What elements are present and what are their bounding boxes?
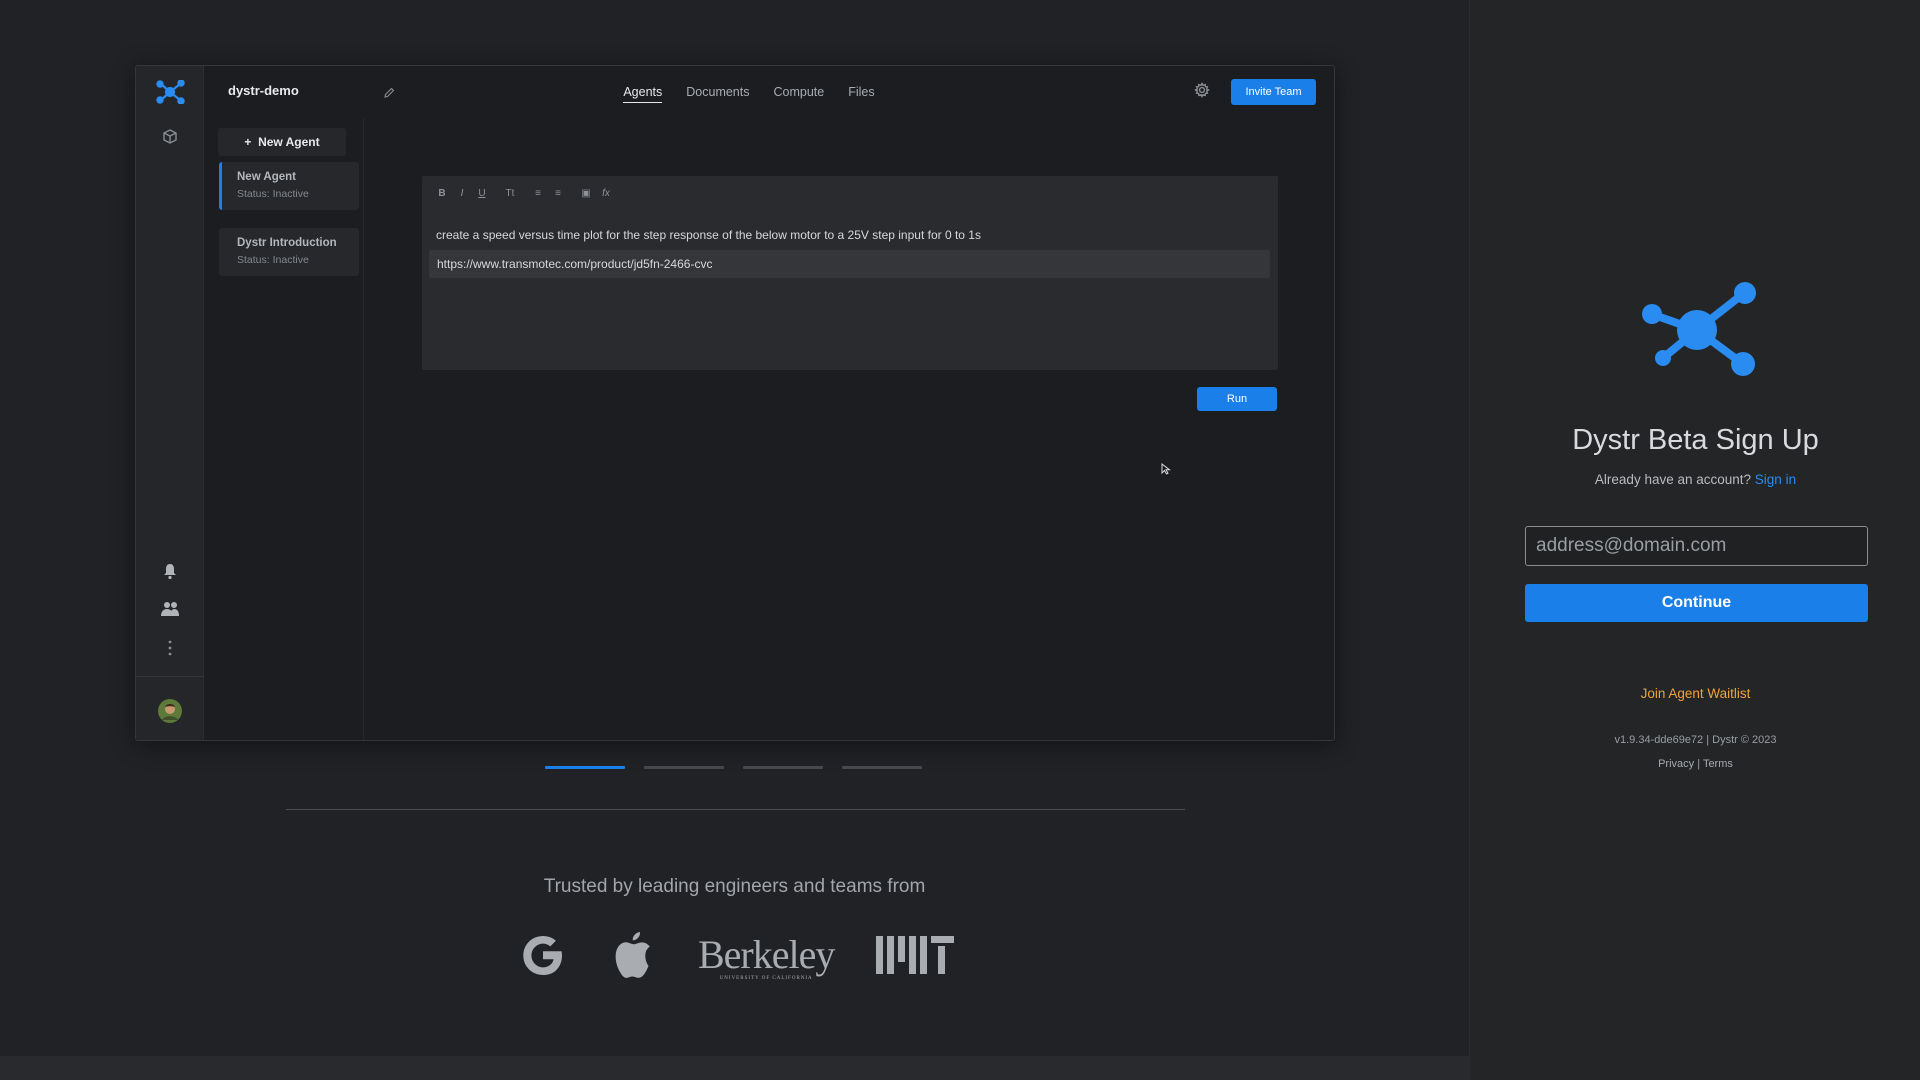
berkeley-logo-text: Berkeley <box>698 931 835 977</box>
cube-icon[interactable] <box>136 128 204 146</box>
apple-logo-icon <box>610 928 656 987</box>
carousel-indicator-3[interactable] <box>743 766 823 769</box>
signup-title: Dystr Beta Sign Up <box>1572 424 1819 456</box>
gear-icon[interactable] <box>1194 82 1210 103</box>
tab-files[interactable]: Files <box>848 85 874 103</box>
agent-item-new-agent[interactable]: New Agent Status: Inactive <box>219 162 359 210</box>
main-nav: Agents Documents Compute Files <box>204 83 1334 103</box>
demo-app-window: dystr-demo Agents Documents Compute File… <box>135 65 1335 741</box>
icon-rail <box>136 66 204 740</box>
underline-button[interactable]: U <box>476 188 488 199</box>
more-options-icon[interactable] <box>136 639 204 657</box>
text-size-button[interactable]: Tt <box>504 188 516 199</box>
signup-panel: Dystr Beta Sign Up Already have an accou… <box>1469 0 1920 1080</box>
account-prompt: Already have an account? Sign in <box>1470 472 1920 487</box>
new-agent-button[interactable]: + New Agent <box>218 128 346 156</box>
tab-documents[interactable]: Documents <box>686 85 749 103</box>
join-waitlist-link[interactable]: Join Agent Waitlist <box>1470 686 1920 701</box>
carousel-indicator-2[interactable] <box>644 766 724 769</box>
mouse-cursor-icon <box>1161 462 1171 480</box>
carousel-indicators <box>545 766 922 769</box>
url-input[interactable] <box>429 250 1270 278</box>
continue-button[interactable]: Continue <box>1525 584 1868 622</box>
team-icon[interactable] <box>136 601 204 617</box>
privacy-link[interactable]: Privacy <box>1658 758 1694 770</box>
image-button[interactable]: ▣ <box>580 188 592 199</box>
agent-item-dystr-introduction[interactable]: Dystr Introduction Status: Inactive <box>219 228 359 276</box>
top-bar: dystr-demo Agents Documents Compute File… <box>204 66 1334 118</box>
editor-toolbar: B I U Tt ≡ ≡ ▣ fx <box>436 188 612 199</box>
mit-logo-icon <box>876 934 955 981</box>
agent-name: New Agent <box>237 171 296 183</box>
formula-button[interactable]: fx <box>600 188 612 199</box>
partner-logos: Berkeley UNIVERSITY OF CALIFORNIA <box>518 928 955 987</box>
berkeley-logo: Berkeley UNIVERSITY OF CALIFORNIA <box>698 931 835 981</box>
agent-name: Dystr Introduction <box>237 237 337 249</box>
rail-divider <box>136 676 204 677</box>
invite-team-button[interactable]: Invite Team <box>1231 79 1316 105</box>
trusted-by-heading: Trusted by leading engineers and teams f… <box>543 876 926 897</box>
carousel-indicator-4[interactable] <box>842 766 922 769</box>
italic-button[interactable]: I <box>456 188 468 199</box>
carousel-indicator-1[interactable] <box>545 766 625 769</box>
account-prompt-text: Already have an account? <box>1594 472 1752 487</box>
sign-in-link[interactable]: Sign in <box>1755 472 1796 487</box>
google-logo-icon <box>518 930 568 985</box>
version-text: v1.9.34-dde69e72 | Dystr © 2023 <box>1614 734 1777 746</box>
tab-agents[interactable]: Agents <box>623 85 663 103</box>
new-agent-label: New Agent <box>258 135 320 149</box>
marketing-area: dystr-demo Agents Documents Compute File… <box>0 0 1469 1080</box>
bullet-list-button[interactable]: ≡ <box>532 188 544 199</box>
plus-icon: + <box>244 135 252 149</box>
tab-compute[interactable]: Compute <box>774 85 825 103</box>
agent-status: Status: Inactive <box>237 188 309 200</box>
dystr-brand-logo-icon <box>1639 280 1757 381</box>
agent-status: Status: Inactive <box>237 254 309 266</box>
legal-separator: | <box>1697 758 1701 770</box>
dystr-logo-icon[interactable] <box>136 80 204 104</box>
user-avatar[interactable] <box>136 698 204 724</box>
agent-list-panel: + New Agent New Agent Status: Inactive D… <box>204 118 364 740</box>
numbered-list-button[interactable]: ≡ <box>552 188 564 199</box>
bell-icon[interactable] <box>136 562 204 580</box>
prompt-editor[interactable]: B I U Tt ≡ ≡ ▣ fx create a speed versus … <box>422 176 1278 370</box>
terms-link[interactable]: Terms <box>1703 758 1733 770</box>
prompt-text[interactable]: create a speed versus time plot for the … <box>436 228 981 242</box>
section-divider <box>286 809 1185 810</box>
bold-button[interactable]: B <box>436 188 448 199</box>
legal-links: Privacy | Terms <box>1470 758 1920 770</box>
footer-strip <box>0 1056 1469 1080</box>
run-button[interactable]: Run <box>1197 387 1277 411</box>
email-input[interactable] <box>1525 526 1868 566</box>
